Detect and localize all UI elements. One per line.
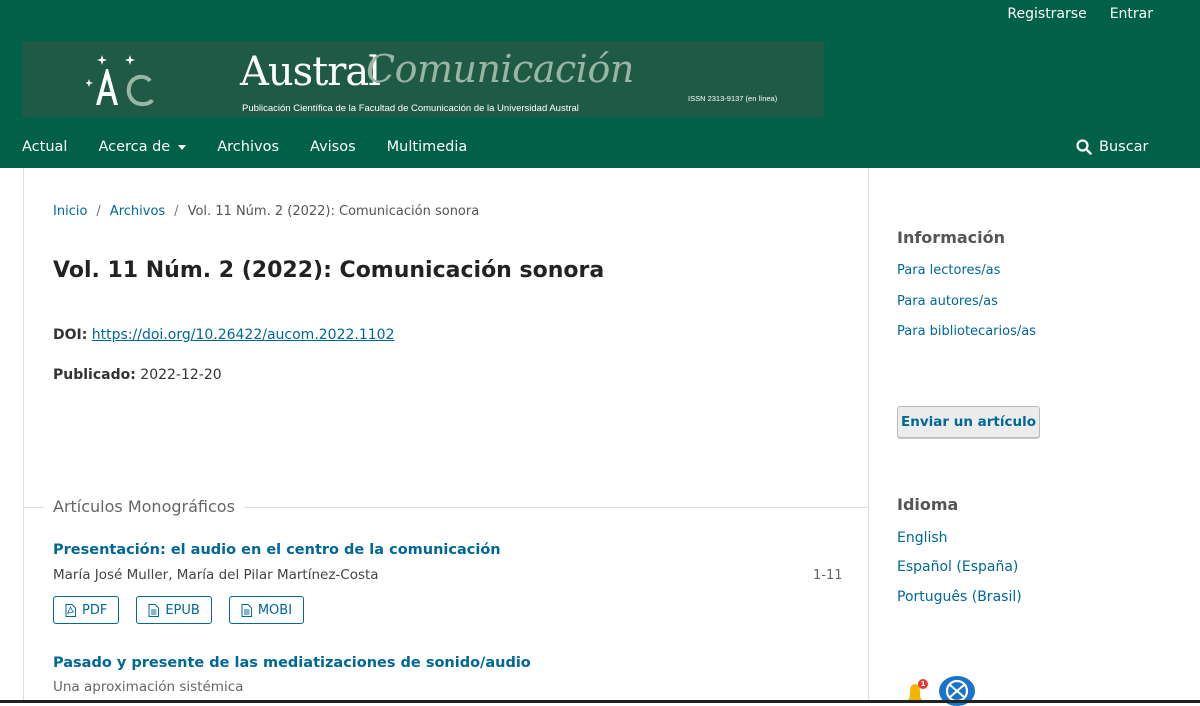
galley-pdf-button[interactable]: PDF [53,596,120,624]
galley-label: EPUB [165,602,200,618]
galley-label: PDF [82,602,108,618]
doi-link[interactable]: https://doi.org/10.26422/aucom.2022.1102 [92,327,395,343]
nav-item-avisos[interactable]: Avisos [310,139,356,155]
info-link-readers[interactable]: Para lectores/as [897,263,1000,278]
nav-item-archivos[interactable]: Archivos [217,139,279,155]
published-date: 2022-12-20 [140,367,222,383]
galley-mobi-button[interactable]: MOBI [228,596,305,624]
issue-published: Publicado: 2022-12-20 [53,367,222,383]
article-pages: 1-11 [813,568,843,583]
page-title: Vol. 11 Núm. 2 (2022): Comunicación sono… [53,258,605,283]
notification-count: 1 [918,679,928,689]
language-link-spanish[interactable]: Español (España) [897,559,1018,575]
ac-logo-icon [86,55,154,107]
main-nav: Actual Acerca de Archivos Avisos Multime… [0,127,1200,167]
nav-item-multimedia[interactable]: Multimedia [387,139,468,155]
info-block-title: Información [897,228,1006,247]
search-button[interactable]: Buscar [1076,139,1149,155]
logo-issn: ISSN 2313-9137 (en línea) [688,94,778,103]
file-text-icon [241,603,252,617]
register-link[interactable]: Registrarse [1007,6,1086,22]
article-title-link[interactable]: Pasado y presente de las mediatizaciones… [53,655,531,671]
nav-item-label: Acerca de [98,139,171,155]
journal-logo-banner[interactable]: Austral Comunicación Publicación Científ… [22,41,824,117]
file-pdf-icon [65,603,76,617]
main-content: Inicio / Archivos / Vol. 11 Núm. 2 (2022): C… [23,168,869,703]
site-header: Registrarse Entrar Austral Comunicación … [0,0,1200,168]
logo-subtitle: Publicación Científica de la Facultad de… [242,103,579,114]
doi-label: DOI: [53,327,88,343]
breadcrumb-archives-link[interactable]: Archivos [110,204,165,219]
notification-bell-button[interactable]: 1 [904,678,930,702]
article-galleys: PDF EPUB MOBI [53,596,305,624]
published-label: Publicado: [53,367,136,383]
sidebar: Información Para lectores/as Para autore… [868,168,1200,706]
search-label: Buscar [1099,139,1149,155]
section-title: Artículos Monográficos [44,497,244,516]
language-link-english[interactable]: English [897,530,948,546]
logo-comunicacion-text: Comunicación [366,47,634,91]
language-link-portuguese[interactable]: Português (Brasil) [897,589,1022,605]
language-block-title: Idioma [897,495,959,514]
info-link-librarians[interactable]: Para bibliotecarios/as [897,324,1036,339]
login-link[interactable]: Entrar [1110,6,1153,22]
nav-item-acerca-de[interactable]: Acerca de [98,139,187,155]
submit-article-button[interactable]: Enviar un artículo [897,406,1040,438]
galley-epub-button[interactable]: EPUB [136,596,212,624]
article-title-link[interactable]: Presentación: el audio en el centro de l… [53,542,501,558]
file-text-icon [148,603,160,617]
breadcrumb-home-link[interactable]: Inicio [53,204,87,219]
nav-item-actual[interactable]: Actual [22,139,67,155]
user-nav: Registrarse Entrar [1007,6,1153,22]
article-subtitle: Una aproximación sistémica [53,679,244,695]
article-authors: María José Muller, María del Pilar Martí… [53,567,379,583]
chevron-down-icon [178,144,187,150]
breadcrumb-separator: / [96,204,101,219]
issue-doi: DOI: https://doi.org/10.26422/aucom.2022… [53,327,394,343]
search-icon [1076,139,1092,155]
breadcrumb-current: Vol. 11 Núm. 2 (2022): Comunicación sono… [187,204,480,219]
breadcrumb: Inicio / Archivos / Vol. 11 Núm. 2 (2022): C… [53,204,479,219]
galley-label: MOBI [257,602,293,618]
info-link-authors[interactable]: Para autores/as [897,294,998,309]
breadcrumb-separator: / [174,204,179,219]
logo-austral-text: Austral [240,49,381,95]
